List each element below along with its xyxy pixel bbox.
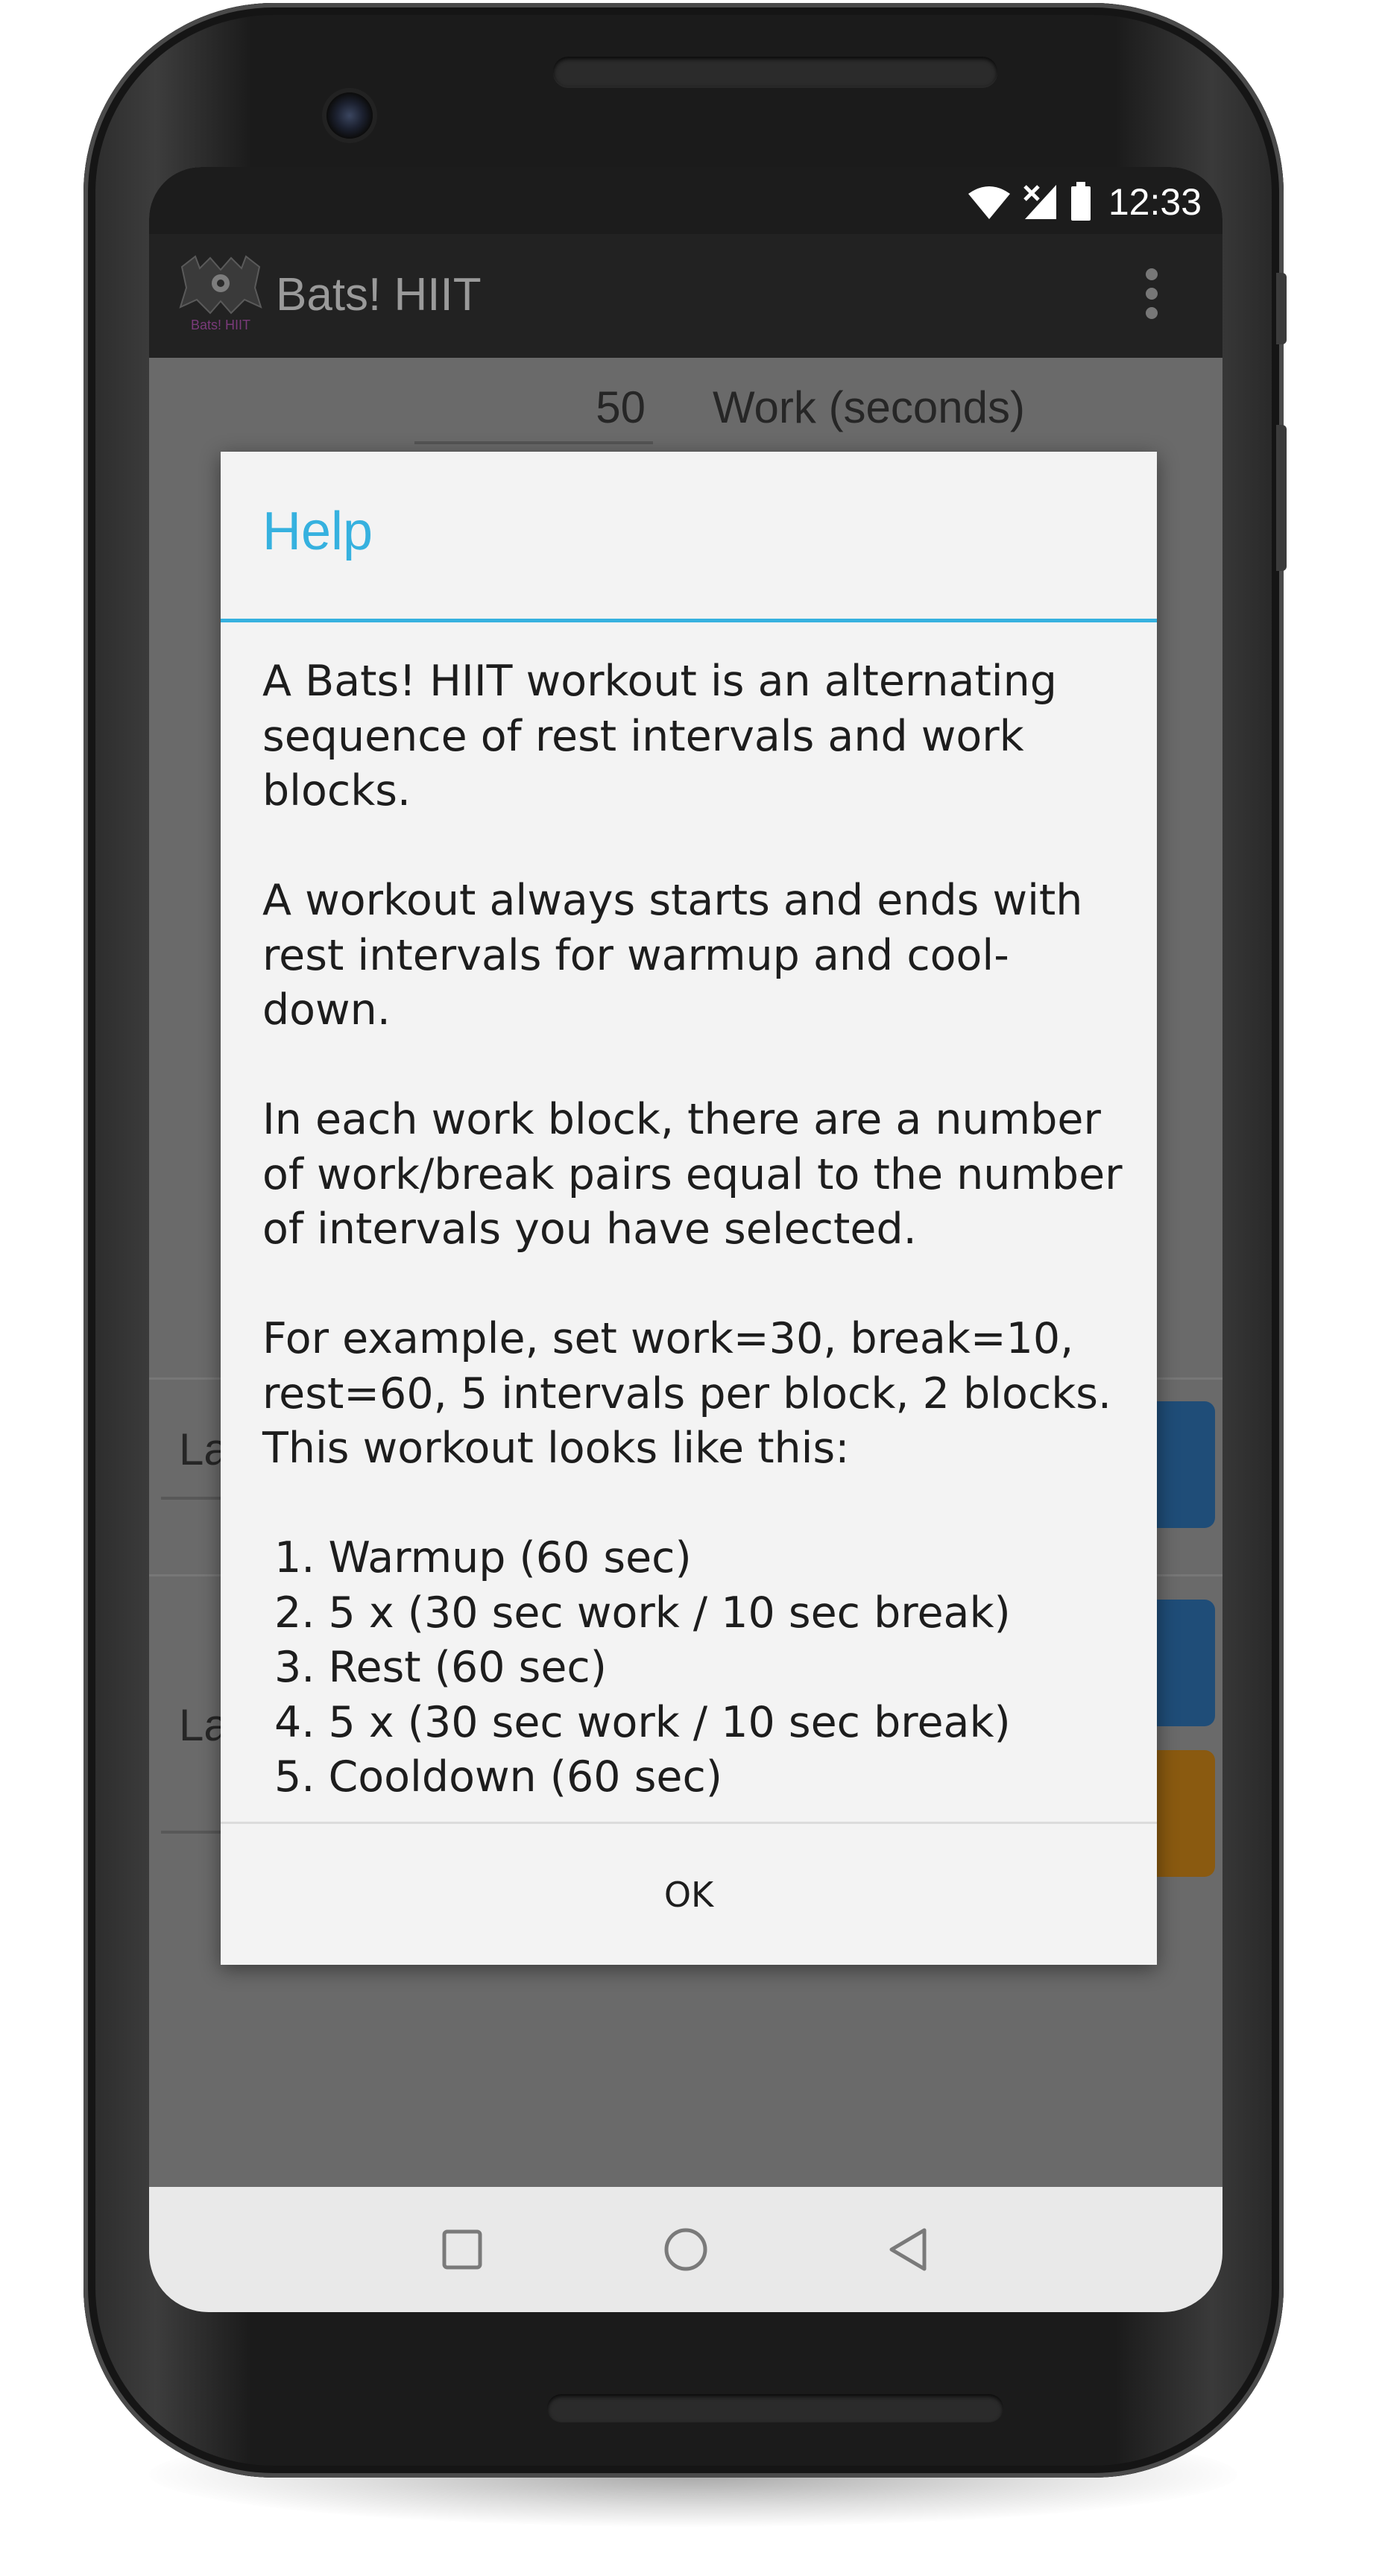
- battery-icon: [1070, 182, 1091, 221]
- dialog-message: A Bats! HIIT workout is an alternating s…: [262, 654, 1127, 1805]
- wifi-icon: [968, 186, 1010, 219]
- work-seconds-label: Work (seconds): [713, 382, 1026, 432]
- status-icons: 12:33: [967, 176, 1202, 228]
- workout-step: 3. Rest (60 sec): [274, 1643, 608, 1692]
- workout-step: 5. Cooldown (60 sec): [274, 1752, 723, 1802]
- power-button: [1276, 425, 1287, 571]
- front-camera: [326, 92, 373, 139]
- navigation-bar: [149, 2187, 1222, 2312]
- back-triangle-icon[interactable]: [880, 2220, 939, 2279]
- status-clock: 12:33: [1108, 181, 1202, 223]
- status-bar: 12:33: [149, 167, 1222, 234]
- workout-step: 2. 5 x (30 sec work / 10 sec break): [274, 1588, 1011, 1638]
- help-paragraph: A Bats! HIIT workout is an alternating s…: [262, 657, 1071, 815]
- volume-button: [1276, 273, 1287, 344]
- help-paragraph: A workout always starts and ends with re…: [262, 876, 1097, 1035]
- work-field-underline: [414, 441, 653, 444]
- action-bar: Bats! HIIT Bats! HIIT: [149, 234, 1222, 358]
- workout-step: 1. Warmup (60 sec): [274, 1533, 692, 1582]
- dialog-title-divider: [221, 619, 1157, 622]
- workout-step: 4. 5 x (30 sec work / 10 sec break): [274, 1697, 1011, 1747]
- home-circle-icon[interactable]: [656, 2220, 716, 2279]
- help-paragraph: In each work block, there are a number o…: [262, 1095, 1136, 1254]
- cell-signal-off-icon: [1023, 185, 1056, 219]
- overflow-menu-icon[interactable]: [1141, 268, 1163, 328]
- work-seconds-field[interactable]: 50: [414, 382, 646, 433]
- bottom-speaker: [547, 2394, 1003, 2422]
- dialog-title: Help: [262, 502, 373, 561]
- svg-text:Bats! HIIT: Bats! HIIT: [191, 318, 250, 332]
- app-title: Bats! HIIT: [276, 269, 482, 321]
- work-seconds-row: 50 Work (seconds): [149, 358, 1222, 462]
- recents-square-icon[interactable]: [432, 2220, 492, 2279]
- app-logo-icon: Bats! HIIT: [179, 255, 262, 332]
- help-dialog: Help A Bats! HIIT workout is an alternat…: [221, 452, 1157, 1965]
- workout-steps-list: 1. Warmup (60 sec) 2. 5 x (30 sec work /…: [262, 1531, 1127, 1805]
- device-mockup: 12:33 Bats! HIIT Bats! HIIT 50 Work (sec…: [0, 0, 1385, 2576]
- help-paragraph: For example, set work=30, break=10, rest…: [262, 1314, 1126, 1473]
- ok-button[interactable]: OK: [221, 1824, 1157, 1965]
- phone-screen: 12:33 Bats! HIIT Bats! HIIT 50 Work (sec…: [149, 167, 1222, 2312]
- earpiece-speaker: [553, 57, 997, 86]
